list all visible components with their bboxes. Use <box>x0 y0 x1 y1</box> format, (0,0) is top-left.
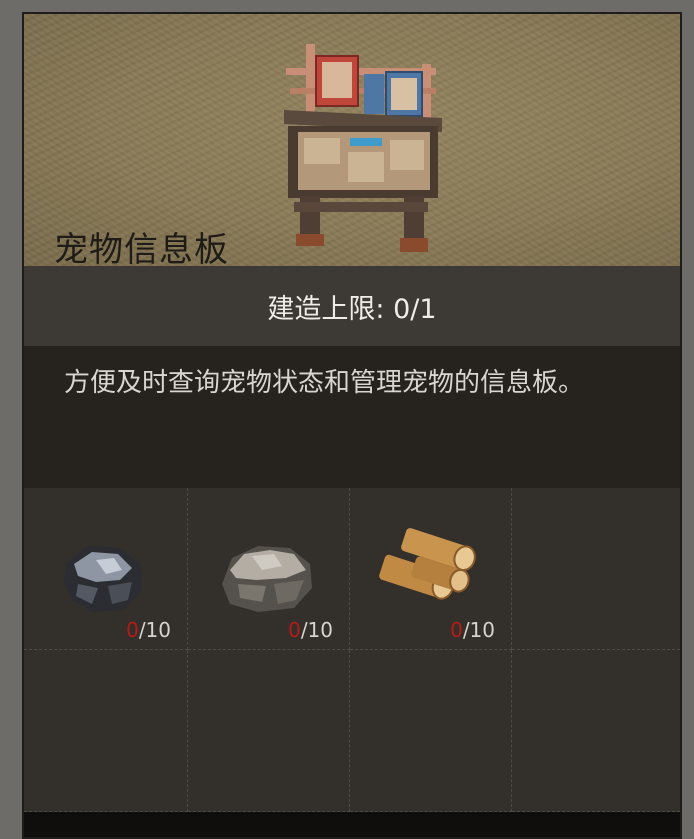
material-need: /10 <box>138 618 171 642</box>
stone-icon <box>222 546 312 612</box>
material-slot-empty <box>512 488 680 650</box>
material-slot[interactable]: 0/10 <box>188 488 350 650</box>
item-description: 方便及时查询宠物状态和管理宠物的信息板。 <box>24 346 680 488</box>
material-count: 0/10 <box>288 618 333 642</box>
iron-ore-icon <box>64 546 142 612</box>
item-header: 宠物信息板 <box>24 14 680 270</box>
material-need: /10 <box>462 618 495 642</box>
material-have: 0 <box>126 618 139 642</box>
material-have: 0 <box>288 618 301 642</box>
material-count: 0/10 <box>126 618 171 642</box>
material-need: /10 <box>300 618 333 642</box>
material-slot-empty <box>188 650 350 812</box>
pet-info-board-icon <box>284 44 442 252</box>
build-item-panel: 宠物信息板 建造上限: 0/1 方便及时查询宠物状态和管理宠物的信息板。 0/1… <box>22 12 682 839</box>
material-slot[interactable]: 0/10 <box>24 488 188 650</box>
item-name: 宠物信息板 <box>54 230 229 270</box>
material-grid: 0/10 0/10 0/10 <box>24 488 680 812</box>
wood-log-icon <box>379 528 476 600</box>
panel-footer <box>24 812 680 837</box>
material-slot[interactable]: 0/10 <box>350 488 512 650</box>
material-count: 0/10 <box>450 618 495 642</box>
material-have: 0 <box>450 618 463 642</box>
material-slot-empty <box>24 650 188 812</box>
build-limit: 建造上限: 0/1 <box>24 266 680 346</box>
material-slot-empty <box>512 650 680 812</box>
material-slot-empty <box>350 650 512 812</box>
